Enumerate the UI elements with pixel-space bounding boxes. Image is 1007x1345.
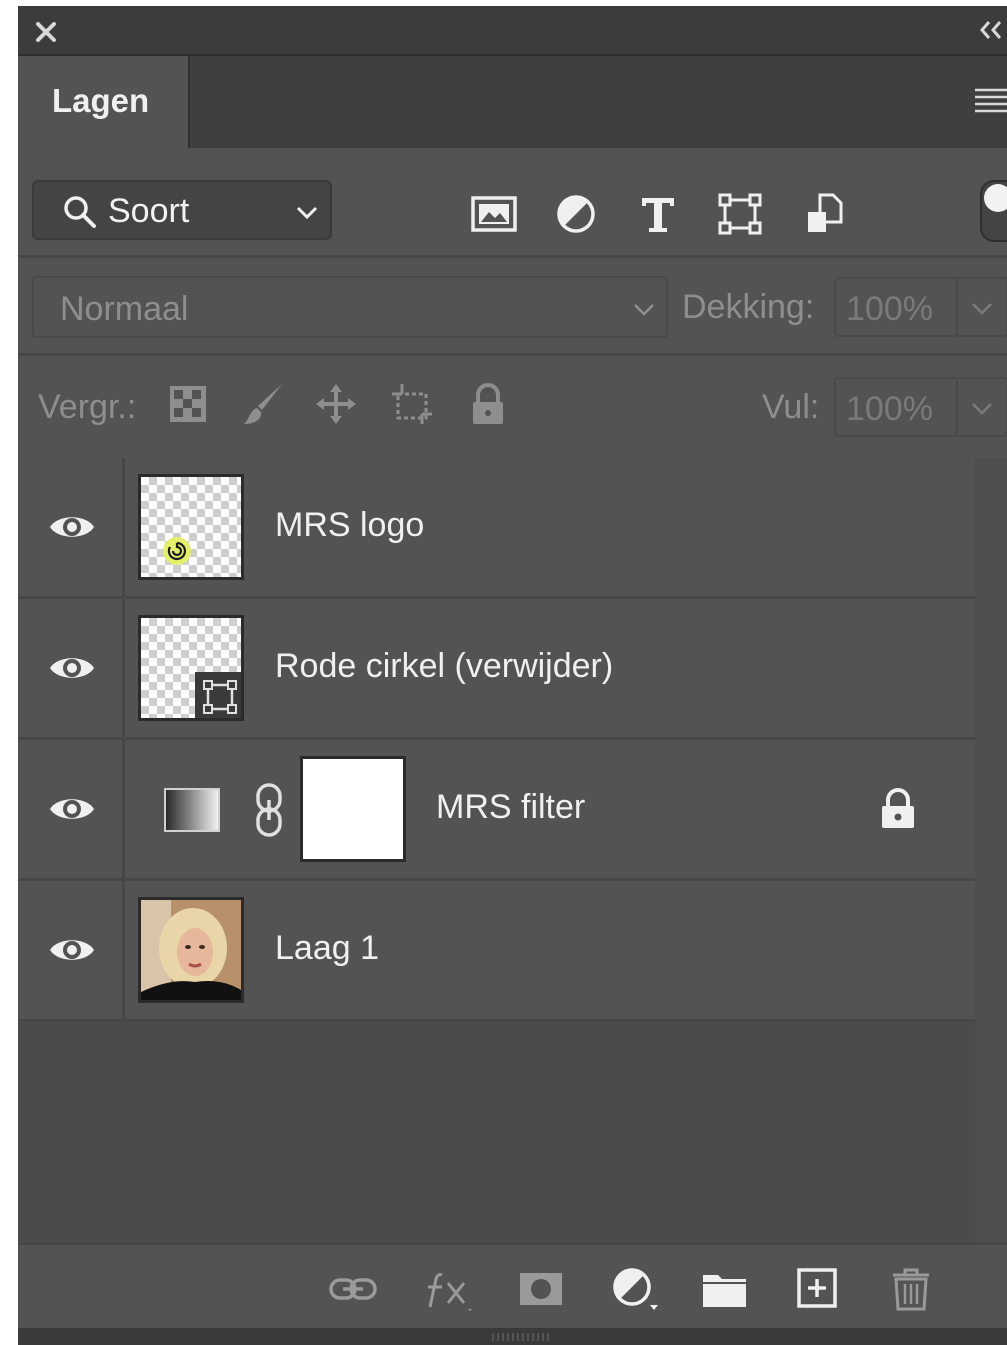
pixel-layer-filter-icon[interactable] <box>470 192 518 236</box>
layers-list: MRS logo Rode cirkel (verwijder) MRS fil… <box>18 458 1007 1242</box>
logo-thumbnail-icon <box>163 537 191 565</box>
layer-name: MRS logo <box>275 506 425 544</box>
link-chain-icon[interactable] <box>252 782 286 838</box>
layers-scrollbar[interactable] <box>975 458 1007 1242</box>
opacity-value: 100% <box>846 290 933 328</box>
shape-layer-icon <box>203 680 237 714</box>
lock-position-move-icon[interactable] <box>314 382 358 426</box>
adjustment-layer-filter-icon[interactable] <box>552 192 600 236</box>
chevron-down-icon <box>296 206 318 220</box>
divider <box>18 255 1007 258</box>
opacity-dropdown-button[interactable] <box>958 277 1007 337</box>
layers-panel: Lagen Soort Normaal Dekking: 100% Vergr.… <box>18 6 1007 1345</box>
eye-icon[interactable] <box>48 651 96 685</box>
lock-row: Vergr.: Vul: 100% <box>18 358 1007 454</box>
layer-row[interactable]: MRS logo <box>18 458 975 599</box>
lock-artboard-icon[interactable] <box>390 382 434 426</box>
layer-name: Rode cirkel (verwijder) <box>275 647 614 685</box>
layer-row[interactable]: MRS filter <box>18 740 975 881</box>
new-layer-icon[interactable] <box>792 1267 842 1311</box>
eye-icon[interactable] <box>48 510 96 544</box>
fill-value: 100% <box>846 390 933 428</box>
lock-icon <box>882 788 914 828</box>
smart-object-filter-icon[interactable] <box>800 192 848 236</box>
panel-menu-icon[interactable] <box>973 86 1007 116</box>
lock-transparent-pixels-icon[interactable] <box>166 382 210 426</box>
layer-thumbnail <box>138 474 244 580</box>
chevron-down-icon <box>972 303 992 315</box>
new-group-folder-icon[interactable] <box>700 1267 750 1311</box>
blend-mode-value: Normaal <box>60 290 189 328</box>
link-layers-icon[interactable] <box>328 1267 378 1311</box>
gradient-adjustment-icon <box>164 788 220 832</box>
photo-thumbnail <box>138 897 244 1003</box>
panel-titlebar <box>18 6 1007 56</box>
filter-kind-dropdown[interactable]: Soort <box>32 180 332 240</box>
fill-label: Vul: <box>762 388 820 426</box>
filter-toggle-switch[interactable] <box>980 180 1007 242</box>
collapse-panel-icon[interactable] <box>977 18 1005 42</box>
shape-badge <box>195 672 241 718</box>
eye-icon[interactable] <box>48 933 96 967</box>
eye-icon[interactable] <box>48 792 96 826</box>
blend-mode-dropdown[interactable]: Normaal <box>32 276 668 338</box>
layer-mask-thumbnail[interactable] <box>300 756 406 862</box>
lock-all-icon[interactable] <box>466 382 510 426</box>
visibility-column <box>18 599 125 737</box>
layer-row[interactable]: Laag 1 <box>18 881 975 1022</box>
layer-name: MRS filter <box>436 788 586 826</box>
layer-thumbnail <box>138 615 244 721</box>
delete-layer-trash-icon[interactable] <box>886 1267 936 1311</box>
fill-dropdown-button[interactable] <box>958 377 1007 437</box>
close-icon[interactable] <box>32 18 60 46</box>
tab-layers[interactable]: Lagen <box>18 56 190 148</box>
layers-bottom-toolbar <box>18 1242 1007 1331</box>
filter-kind-label: Soort <box>108 192 190 230</box>
grip-lines <box>492 1333 552 1341</box>
opacity-input[interactable]: 100% <box>834 277 958 337</box>
fill-input[interactable]: 100% <box>834 377 958 437</box>
type-layer-filter-icon[interactable] <box>634 192 682 236</box>
add-layer-mask-icon[interactable] <box>516 1267 566 1311</box>
new-adjustment-layer-icon[interactable] <box>608 1267 658 1311</box>
shape-layer-filter-icon[interactable] <box>716 192 764 236</box>
tab-layers-label: Lagen <box>52 82 150 119</box>
visibility-column <box>18 881 125 1019</box>
layer-effects-fx-icon[interactable] <box>424 1267 474 1311</box>
filter-row: Soort <box>18 154 1007 254</box>
search-icon <box>64 196 96 228</box>
lock-image-pixels-brush-icon[interactable] <box>242 382 286 426</box>
layer-row[interactable]: Rode cirkel (verwijder) <box>18 599 975 740</box>
chevron-down-icon <box>634 304 654 316</box>
divider <box>18 353 1007 356</box>
opacity-label: Dekking: <box>682 288 815 326</box>
portrait-image <box>141 900 241 1000</box>
chevron-down-icon <box>972 403 992 415</box>
panel-tabbar: Lagen <box>18 56 1007 148</box>
visibility-column <box>18 740 125 878</box>
layer-name: Laag 1 <box>275 929 379 967</box>
panel-resize-grip[interactable] <box>18 1328 1007 1345</box>
lock-label: Vergr.: <box>38 388 137 426</box>
blend-row: Normaal Dekking: 100% <box>18 260 1007 354</box>
visibility-column <box>18 458 125 596</box>
toggle-knob <box>984 184 1007 212</box>
